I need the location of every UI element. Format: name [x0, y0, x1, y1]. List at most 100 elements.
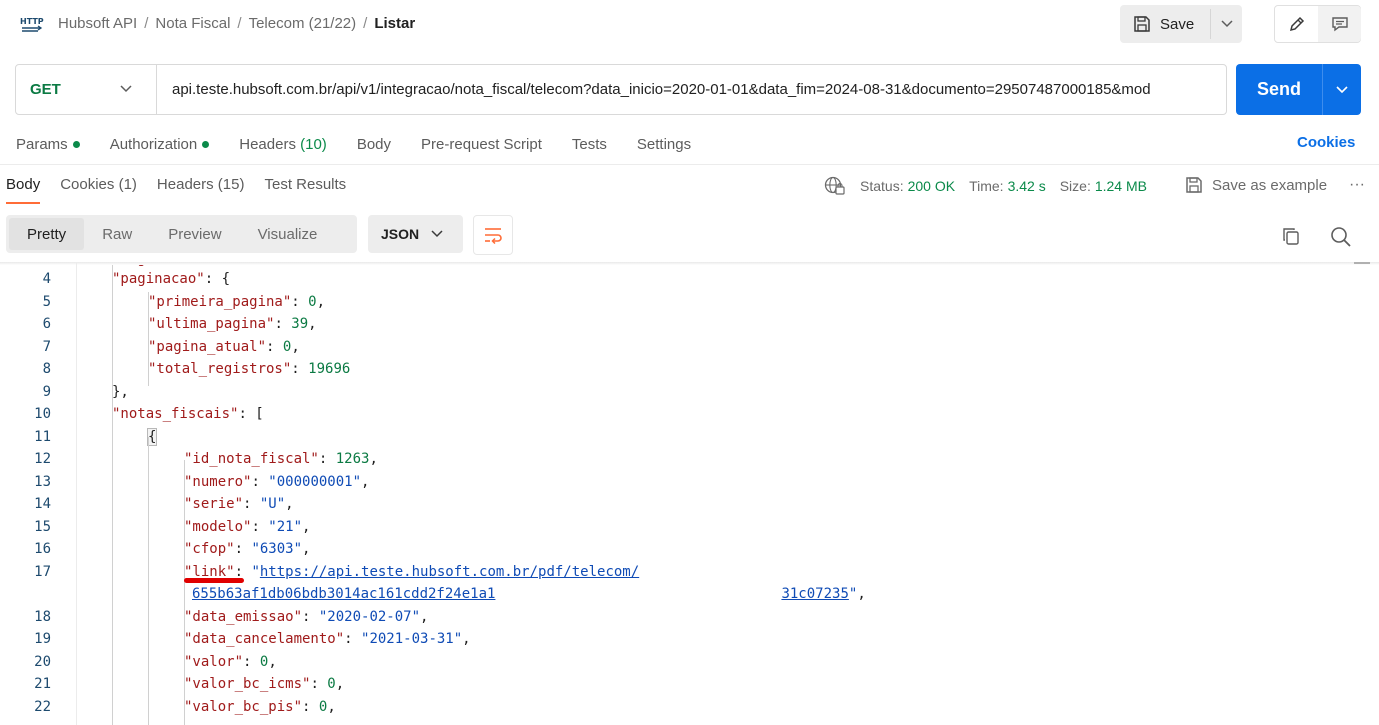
line-number: 17 [34, 563, 51, 580]
copy-icon[interactable] [1281, 226, 1301, 246]
breadcrumb: Hubsoft API / Nota Fiscal / Telecom (21/22) /… [58, 15, 415, 32]
cookies-link[interactable]: Cookies [1297, 134, 1355, 151]
more-options-icon[interactable]: ··· [1349, 176, 1365, 194]
comment-button[interactable] [1318, 6, 1361, 42]
tab-settings[interactable]: Settings [637, 133, 691, 155]
line-number: 22 [34, 698, 51, 715]
time-label: Time: [969, 178, 1004, 194]
code-text: "serie": "U", [184, 496, 294, 512]
wrap-lines-button[interactable] [473, 215, 513, 255]
headers-count: (15) [217, 176, 245, 193]
line-number: 16 [34, 541, 51, 557]
line-number: 18 [34, 608, 51, 625]
code-line: 6 "ultima_pagina": 39, [0, 316, 1379, 338]
json-link[interactable]: 655b63af1db06bdb3014ac161cdd2f24e1a1 [192, 586, 495, 602]
json-string: "6303" [251, 541, 303, 557]
json-key: "pagina_atual" [148, 338, 267, 355]
line-number: 10 [34, 406, 51, 422]
line-number: 12 [34, 451, 51, 467]
tab-pre-request-script[interactable]: Pre-request Script [421, 133, 542, 155]
indent-guide [184, 460, 185, 725]
json-key: "total_registros" [148, 361, 292, 377]
save-button[interactable]: Save [1120, 5, 1210, 43]
json-punct: : [266, 338, 283, 355]
code-text: "valor_bc_icms": 0, [184, 676, 344, 692]
json-key: "notas_fiscais" [112, 406, 239, 422]
tab-label: Headers [239, 135, 296, 153]
save-options-button[interactable] [1211, 5, 1242, 43]
code-line: 8 "total_registros": 19696 [0, 361, 1379, 383]
code-text: "primeira_pagina": 0, [148, 294, 325, 310]
globe-icon[interactable] [824, 176, 846, 196]
code-text: { [146, 427, 158, 446]
tab-body[interactable]: Body [357, 133, 391, 155]
json-punct: : [310, 676, 328, 692]
json-key: "ultima_pagina" [148, 316, 275, 332]
search-icon[interactable] [1330, 226, 1352, 248]
format-label: JSON [381, 226, 420, 242]
code-text: "data_cancelamento": "2021-03-31", [184, 631, 471, 647]
json-key: "valor_bc_pis" [184, 698, 303, 715]
json-punct: : [302, 608, 319, 625]
chevron-down-icon [120, 85, 132, 93]
json-punct: , [335, 676, 345, 692]
tab-label: Params [16, 135, 68, 153]
chevron-down-icon [1220, 20, 1233, 28]
format-select[interactable]: JSON [368, 215, 463, 253]
breadcrumb-item-nota-fiscal[interactable]: Nota Fiscal [155, 15, 230, 32]
tab-params[interactable]: Params [16, 133, 80, 155]
tab-authorization[interactable]: Authorization [110, 133, 210, 155]
json-string: "000000001" [268, 473, 362, 490]
edit-button[interactable] [1275, 6, 1318, 42]
code-text: "ultima_pagina": 39, [148, 316, 317, 332]
json-punct: , [308, 316, 317, 332]
divider [0, 164, 1379, 165]
send-button[interactable]: Send [1236, 64, 1322, 115]
method-select[interactable]: GET [16, 65, 156, 114]
cookies-count: (1) [118, 176, 137, 193]
json-punct: : [234, 541, 252, 557]
code-text: "valor_bc_pis": 0, [184, 699, 336, 715]
json-link[interactable]: 31c07235 [781, 586, 848, 602]
code-text: "valor": 0, [184, 654, 277, 670]
save-label: Save [1160, 15, 1195, 33]
json-punct: : [318, 451, 336, 467]
response-body-editor[interactable]: "msg": "Dados consultados com sucesso",4… [0, 262, 1379, 725]
view-visualize-button[interactable]: Visualize [240, 218, 336, 250]
indent-guide [112, 262, 113, 725]
url-input[interactable]: api.teste.hubsoft.com.br/api/v1/integrac… [172, 65, 1216, 114]
breadcrumb-item-hubsoft-api[interactable]: Hubsoft API [58, 15, 137, 32]
status-label: Status: [860, 178, 904, 194]
tab-response-body[interactable]: Body [6, 176, 41, 204]
tab-response-cookies[interactable]: Cookies (1) [60, 176, 137, 204]
json-number: 0 [308, 293, 317, 310]
json-key: "modelo" [184, 518, 252, 535]
tab-tests[interactable]: Tests [572, 133, 607, 155]
view-pretty-button[interactable]: Pretty [9, 218, 85, 250]
json-link[interactable]: https://api.teste.hubsoft.com.br/pdf/tel… [260, 564, 639, 580]
save-as-example-button[interactable]: Save as example [1185, 176, 1327, 194]
json-punct: : [302, 698, 319, 715]
json-punct: : [251, 518, 269, 535]
tab-response-headers[interactable]: Headers (15) [157, 176, 245, 204]
json-punct: , [857, 586, 866, 602]
view-preview-button[interactable]: Preview [150, 218, 239, 250]
tab-headers[interactable]: Headers (10) [239, 133, 327, 155]
json-string: "2020-02-07" [318, 608, 421, 625]
tab-test-results[interactable]: Test Results [264, 176, 346, 204]
scrollbar[interactable] [1354, 262, 1370, 264]
json-number: 1263 [335, 451, 370, 467]
wrap-lines-icon [485, 228, 502, 244]
json-key: "valor_bc_icms" [184, 676, 311, 692]
send-options-button[interactable] [1323, 64, 1361, 115]
json-string: "2021-03-31" [361, 631, 463, 647]
json-punct: , [285, 496, 294, 512]
json-punct: : { [204, 271, 231, 287]
save-icon [1186, 177, 1202, 193]
time-value: 3.42 s [1007, 178, 1046, 194]
json-key: "primeira_pagina" [148, 293, 292, 310]
pencil-icon [1289, 16, 1304, 32]
chevron-down-icon [431, 230, 443, 238]
view-raw-button[interactable]: Raw [84, 218, 150, 250]
breadcrumb-item-telecom[interactable]: Telecom (21/22) [249, 15, 357, 32]
